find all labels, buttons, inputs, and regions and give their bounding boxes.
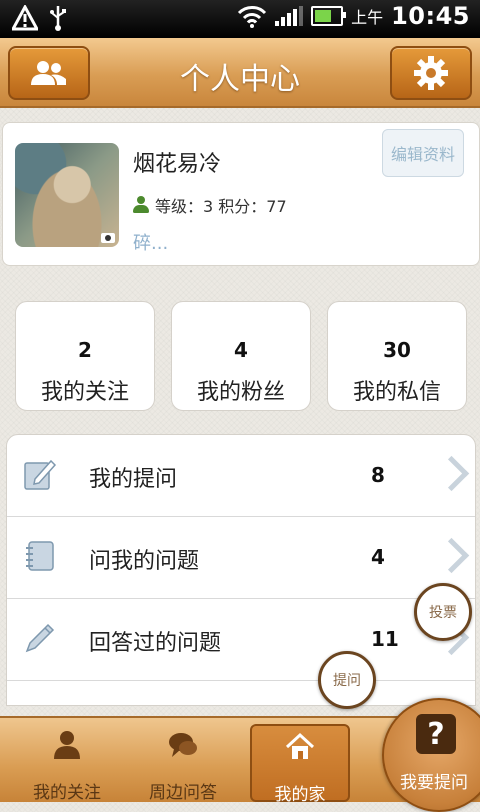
signature-text[interactable]: 碎... xyxy=(133,229,168,255)
wifi-icon xyxy=(237,6,267,28)
level-row: 等级：3 积分：77 xyxy=(133,193,287,217)
status-ampm: 上午 xyxy=(351,8,384,27)
menu-label: 回答过的问题 xyxy=(89,631,222,656)
warning-icon xyxy=(12,5,38,31)
avatar[interactable] xyxy=(15,143,119,247)
nav-label: 我的关注 xyxy=(33,783,101,803)
ask-bubble[interactable]: 提问 xyxy=(318,651,376,709)
title-bar: 个人中心 xyxy=(0,38,480,108)
stat-fans-count: 4 xyxy=(234,338,248,362)
pencil-icon xyxy=(25,623,55,653)
usb-icon xyxy=(50,6,66,31)
gear-icon xyxy=(414,56,448,90)
stat-messages-count: 30 xyxy=(383,338,411,362)
nav-label: 周边问答 xyxy=(149,783,217,803)
notebook-icon xyxy=(26,541,54,571)
battery-icon xyxy=(311,6,347,26)
menu-count: 4 xyxy=(371,545,385,569)
menu-item-my-questions[interactable]: 我的提问 8 xyxy=(7,435,475,517)
level-text: 等级：3 积分：77 xyxy=(155,197,287,216)
status-time: 10:45 xyxy=(391,2,470,30)
stat-following-count: 2 xyxy=(78,338,92,362)
stat-messages[interactable]: 30 我的私信 xyxy=(327,301,467,411)
signal-icon xyxy=(275,6,304,26)
stat-following[interactable]: 2 我的关注 xyxy=(15,301,155,411)
user-level-icon xyxy=(133,196,149,214)
stat-following-label: 我的关注 xyxy=(40,380,129,405)
home-icon xyxy=(285,732,315,759)
menu-label: 问我的问题 xyxy=(89,549,200,574)
menu-count: 8 xyxy=(371,463,385,487)
edit-note-icon xyxy=(24,459,57,490)
stat-fans[interactable]: 4 我的粉丝 xyxy=(171,301,311,411)
menu-label: 我的提问 xyxy=(89,467,178,492)
vote-bubble[interactable]: 投票 xyxy=(414,583,472,641)
chevron-right-icon xyxy=(439,455,461,495)
question-icon: ? xyxy=(416,714,456,754)
ask-question-label: 我要提问 xyxy=(400,773,468,793)
stat-messages-label: 我的私信 xyxy=(352,380,441,405)
nav-home[interactable]: 我的家 xyxy=(250,724,350,805)
menu-list: 我的提问 8 问我的问题 4 回答过的问题 11 xyxy=(6,434,476,706)
settings-button[interactable] xyxy=(390,46,472,100)
chevron-right-icon xyxy=(439,537,461,577)
nav-label: 我的家 xyxy=(274,785,326,805)
menu-count: 11 xyxy=(371,627,399,651)
menu-item-questions-to-me[interactable]: 问我的问题 4 xyxy=(7,517,475,599)
menu-item-answered[interactable]: 回答过的问题 11 xyxy=(7,599,475,681)
status-bar: 上午 10:45 xyxy=(0,0,480,38)
person-icon xyxy=(54,731,80,759)
edit-profile-button[interactable]: 编辑资料 xyxy=(382,129,464,177)
stat-fans-label: 我的粉丝 xyxy=(196,380,285,405)
username: 烟花易冷 xyxy=(133,152,222,177)
nav-nearby[interactable]: 周边问答 xyxy=(128,718,238,803)
chat-icon xyxy=(169,733,197,757)
camera-icon xyxy=(101,233,115,243)
nav-following[interactable]: 我的关注 xyxy=(12,718,122,803)
status-right-icons: 上午 10:45 xyxy=(237,2,470,30)
status-left-icons xyxy=(12,4,68,32)
